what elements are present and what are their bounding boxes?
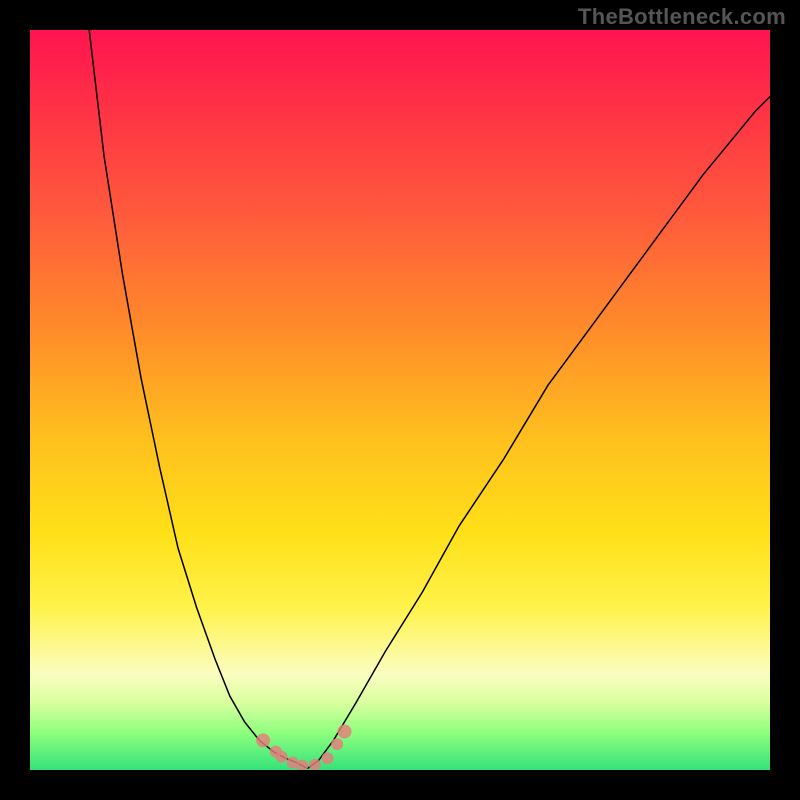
- chart-container: TheBottleneck.com: [0, 0, 800, 800]
- valley-marker: [256, 733, 270, 747]
- chart-svg: [30, 30, 770, 770]
- valley-marker: [338, 725, 352, 739]
- plot-area: [30, 30, 770, 770]
- valley-marker: [331, 738, 343, 750]
- valley-marker: [322, 752, 334, 764]
- valley-markers: [256, 725, 351, 771]
- valley-marker: [276, 751, 288, 763]
- watermark-text: TheBottleneck.com: [578, 4, 786, 30]
- curve-right: [308, 97, 771, 769]
- curve-left: [89, 30, 307, 769]
